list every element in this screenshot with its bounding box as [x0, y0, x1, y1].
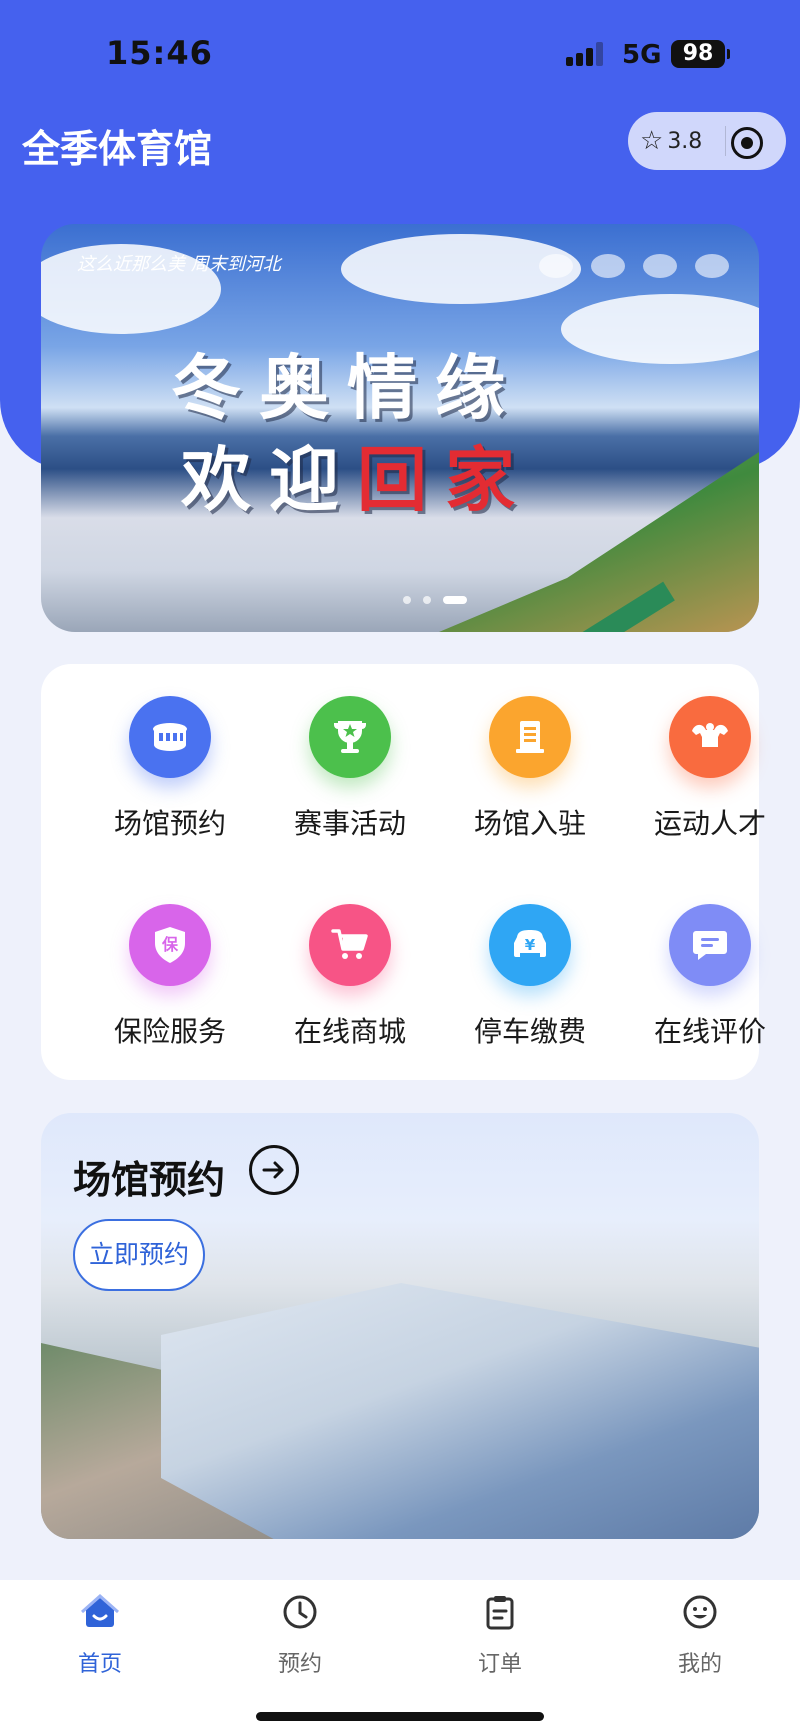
service-item-online-mall[interactable]: 在线商城: [260, 904, 440, 1050]
rating-button[interactable]: ☆ 3.8: [640, 126, 702, 156]
olympic-logos: [539, 254, 729, 278]
parking-car-icon: ¥: [489, 904, 571, 986]
home-icon: [81, 1593, 119, 1627]
service-item-events[interactable]: 赛事活动: [260, 696, 440, 842]
signal-icon: [566, 40, 610, 66]
banner-headline-1: 冬奥情缘: [171, 346, 523, 429]
shopping-cart-icon: [309, 904, 391, 986]
service-item-insurance[interactable]: 保 保险服务: [80, 904, 260, 1050]
home-indicator[interactable]: [256, 1712, 544, 1721]
svg-text:¥: ¥: [525, 936, 536, 954]
tab-label: 订单: [477, 1652, 522, 1677]
banner-headline-2-red: 回家: [357, 438, 533, 521]
carousel-indicator: [403, 596, 467, 604]
status-time: 15:46: [106, 34, 213, 72]
tab-label: 预约: [277, 1652, 322, 1677]
insurance-shield-icon: 保: [129, 904, 211, 986]
tab-label: 首页: [77, 1652, 122, 1677]
service-label: 保险服务: [113, 1015, 226, 1048]
service-item-venue-booking[interactable]: 场馆预约: [80, 696, 260, 842]
service-label: 停车缴费: [473, 1015, 586, 1048]
service-item-online-review[interactable]: 在线评价: [620, 904, 800, 1050]
banner-carousel[interactable]: 这么近那么美 周末到河北 冬奥情缘 欢迎回家: [41, 224, 759, 632]
capsule-divider: [725, 126, 726, 156]
service-label: 场馆入驻: [473, 807, 586, 840]
arrow-right-icon[interactable]: [249, 1145, 299, 1195]
tab-profile[interactable]: 我的: [640, 1592, 760, 1678]
star-icon: ☆: [640, 126, 664, 156]
service-label: 在线商城: [293, 1015, 406, 1048]
banner-headline-2: 欢迎回家: [181, 424, 533, 525]
bottom-tab-bar: 首页 预约 订单 我的: [0, 1580, 800, 1734]
service-item-sports-talent[interactable]: 运动人才: [620, 696, 800, 842]
clock-icon: [283, 1595, 317, 1629]
chat-comment-icon: [669, 904, 751, 986]
carousel-dot[interactable]: [403, 596, 411, 604]
trophy-icon: [309, 696, 391, 778]
service-item-venue-settle[interactable]: 场馆入驻: [440, 696, 620, 842]
service-label: 赛事活动: [293, 807, 406, 840]
service-item-parking-payment[interactable]: ¥ 停车缴费: [440, 904, 620, 1050]
carousel-dot[interactable]: [423, 596, 431, 604]
services-grid: 场馆预约 赛事活动 场馆入驻 运动人才 保 保险服务 在线商城 ¥ 停车缴费 在…: [41, 664, 766, 1080]
page-title: 全季体育馆: [22, 127, 213, 171]
banner-headline-2-white: 欢迎: [181, 438, 357, 521]
venue-booking-card[interactable]: 场馆预约 立即预约: [41, 1113, 759, 1539]
muscle-icon: [669, 696, 751, 778]
cloud-shape: [561, 294, 759, 364]
service-label: 场馆预约: [113, 807, 226, 840]
service-label: 在线评价: [653, 1015, 766, 1048]
close-target-icon[interactable]: [731, 127, 763, 159]
banner-logo-text: 这么近那么美 周末到河北: [77, 254, 281, 275]
tab-home[interactable]: 首页: [40, 1592, 160, 1678]
stadium-icon: [129, 696, 211, 778]
network-type: 5G: [622, 40, 662, 70]
booking-card-title: 场馆预约: [73, 1158, 226, 1202]
smile-profile-icon: [683, 1595, 717, 1629]
status-bar: 15:46 5G 98: [0, 0, 800, 100]
order-clipboard-icon: [486, 1596, 514, 1630]
tab-booking[interactable]: 预约: [240, 1592, 360, 1678]
stadium-image: [161, 1283, 759, 1539]
carousel-dot-active[interactable]: [443, 596, 467, 604]
service-label: 运动人才: [653, 807, 766, 840]
building-icon: [489, 696, 571, 778]
rating-value: 3.8: [667, 128, 703, 154]
book-now-button[interactable]: 立即预约: [73, 1219, 205, 1291]
tab-orders[interactable]: 订单: [440, 1592, 560, 1678]
svg-text:保: 保: [161, 935, 179, 954]
battery-icon: 98: [671, 40, 730, 68]
tab-label: 我的: [677, 1652, 722, 1677]
